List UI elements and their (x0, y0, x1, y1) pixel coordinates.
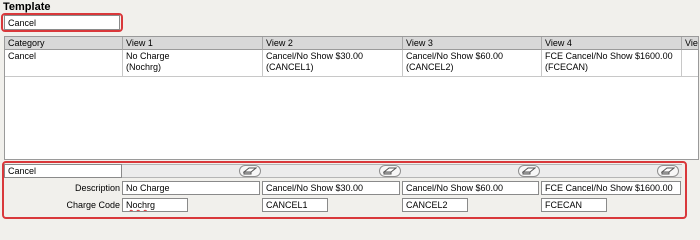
charge-code-field-view1[interactable]: Nochrg (122, 198, 188, 212)
table-cell-view5[interactable] (682, 50, 698, 77)
clear-view1-button[interactable] (239, 165, 261, 177)
col-header-view3[interactable]: View 3 (403, 37, 542, 50)
charge-code-field-view3[interactable]: CANCEL2 (402, 198, 468, 212)
category-field[interactable]: Cancel (4, 164, 122, 178)
table-cell-view4[interactable]: FCE Cancel/No Show $1600.00 (FCECAN) (542, 50, 682, 77)
col-header-view5[interactable]: Vie (682, 37, 698, 50)
description-field-view1[interactable]: No Charge (122, 181, 260, 195)
col-header-view4[interactable]: View 4 (542, 37, 682, 50)
cell-description: No Charge (126, 51, 170, 61)
cell-code: (FCECAN) (545, 62, 588, 72)
eraser-icon (243, 167, 257, 175)
clear-view3-button[interactable] (518, 165, 540, 177)
description-field-view3[interactable]: Cancel/No Show $60.00 (402, 181, 539, 195)
eraser-icon (383, 167, 397, 175)
table-cell-category[interactable]: Cancel (5, 50, 123, 77)
charge-code-field-view4[interactable]: FCECAN (541, 198, 607, 212)
table-cell-view3[interactable]: Cancel/No Show $60.00 (CANCEL2) (403, 50, 542, 77)
table-cell-view1[interactable]: No Charge (Nochrg) (123, 50, 263, 77)
col-header-category[interactable]: Category (5, 37, 123, 50)
charge-code-field-view2[interactable]: CANCEL1 (262, 198, 328, 212)
charge-code-label: Charge Code (66, 200, 120, 210)
description-field-view2[interactable]: Cancel/No Show $30.00 (262, 181, 400, 195)
template-label: Template (3, 1, 51, 13)
cell-code: (CANCEL2) (406, 62, 454, 72)
eraser-icon (522, 167, 536, 175)
col-header-view2[interactable]: View 2 (263, 37, 403, 50)
description-field-view4[interactable]: FCE Cancel/No Show $1600.00 (541, 181, 681, 195)
cell-description: Cancel/No Show $30.00 (266, 51, 364, 61)
cell-description: FCE Cancel/No Show $1600.00 (545, 51, 673, 61)
col-header-view1[interactable]: View 1 (123, 37, 263, 50)
eraser-icon (661, 167, 675, 175)
cell-description: Cancel/No Show $60.00 (406, 51, 504, 61)
table-cell-view2[interactable]: Cancel/No Show $30.00 (CANCEL1) (263, 50, 403, 77)
cell-code: (CANCEL1) (266, 62, 314, 72)
description-label: Description (74, 183, 120, 193)
charge-code-text: Nochrg (126, 200, 156, 210)
clear-view2-button[interactable] (379, 165, 401, 177)
clear-view4-button[interactable] (657, 165, 679, 177)
views-grid: Category View 1 View 2 View 3 View 4 Vie… (4, 36, 699, 160)
cell-code: (Nochrg) (126, 62, 162, 72)
template-input[interactable] (4, 15, 120, 30)
